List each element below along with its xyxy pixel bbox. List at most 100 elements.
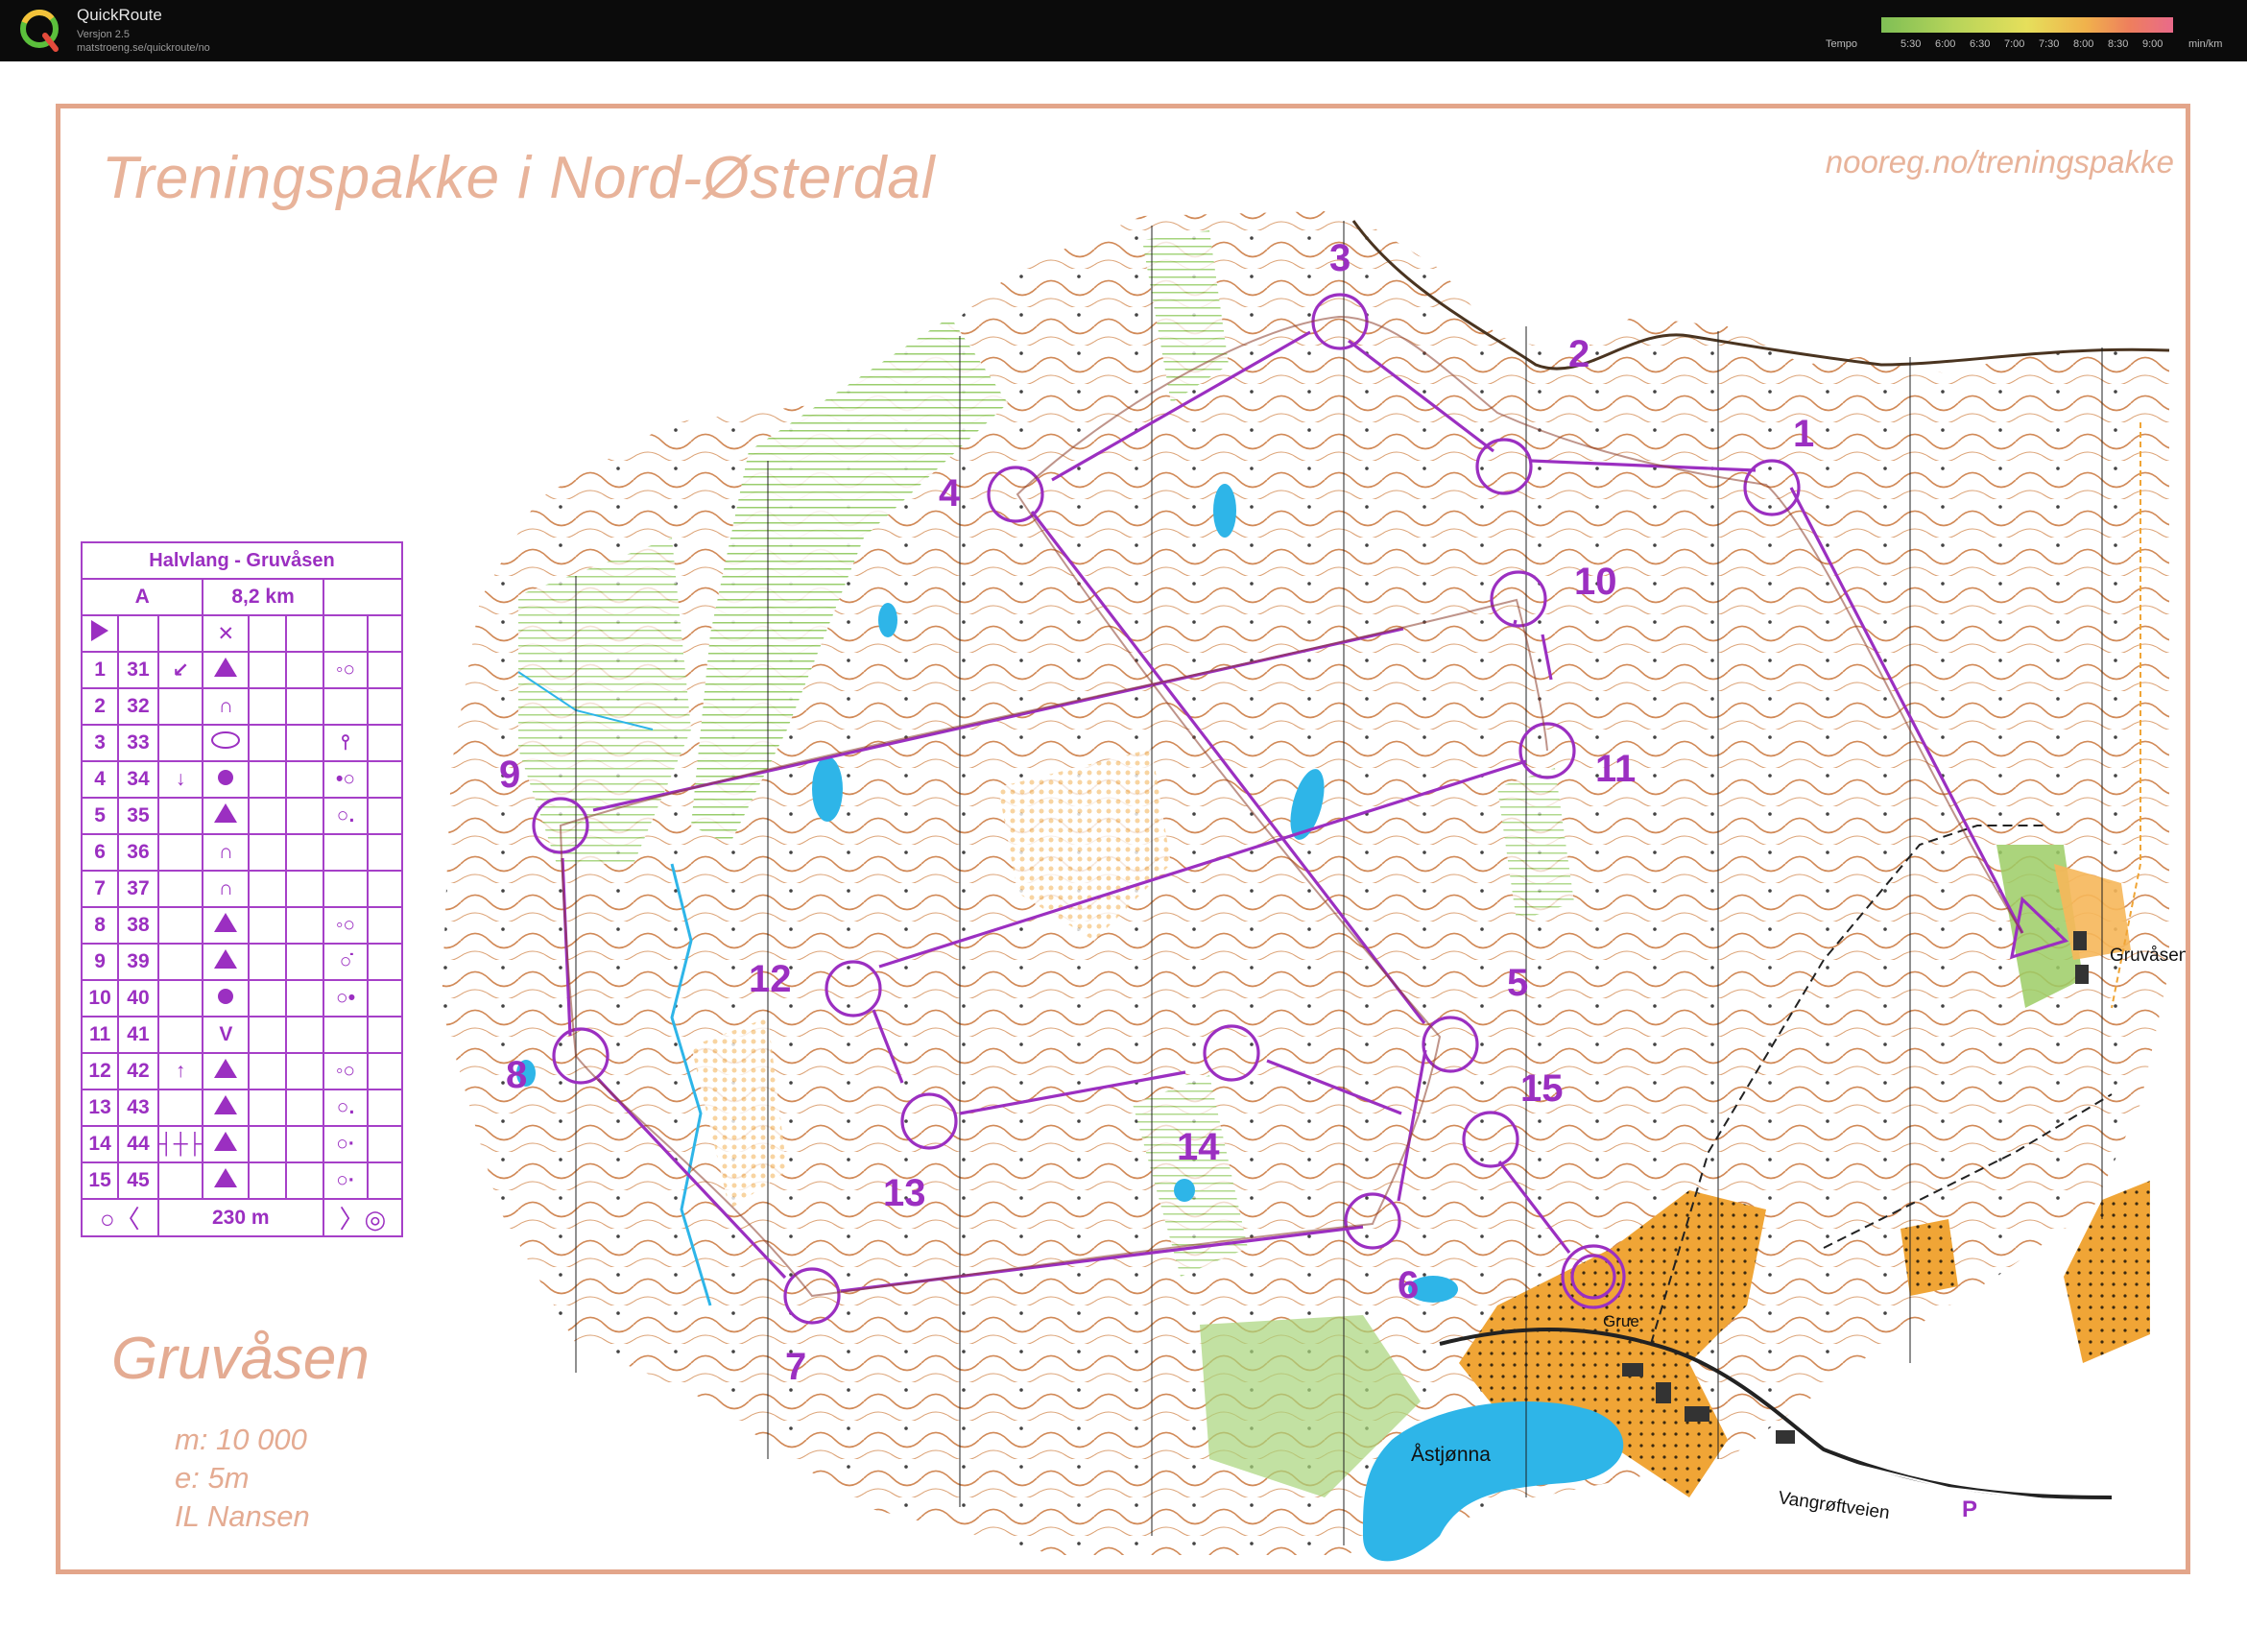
dot-icon <box>218 770 234 785</box>
control-seq: 14 <box>80 1125 120 1163</box>
control-code: 35 <box>117 797 159 835</box>
feature-icon <box>202 906 251 945</box>
feature-icon <box>202 1161 251 1200</box>
boulder-triangle-icon <box>214 1132 238 1151</box>
location-detail-icon: ○· <box>322 1125 370 1163</box>
description-row: 11 41 V <box>80 1016 403 1054</box>
finish-icon: 〉◎ <box>339 1205 387 1233</box>
feature-icon <box>202 943 251 981</box>
start-row: ✕ <box>80 614 403 653</box>
feature-icon <box>202 979 251 1018</box>
start-triangle-icon <box>91 620 109 641</box>
finish-from-control-icon: ○〈 <box>100 1205 140 1233</box>
control-code: 37 <box>117 870 159 908</box>
control-seq: 8 <box>80 906 120 945</box>
location-detail-icon <box>322 687 370 726</box>
course-name: Halvlang - Gruvåsen <box>81 541 403 580</box>
description-row: 6 36 ∩ <box>80 833 403 872</box>
dot-icon <box>218 989 234 1004</box>
control-seq: 6 <box>80 833 120 872</box>
feature-icon <box>202 724 251 762</box>
control-seq: 5 <box>80 797 120 835</box>
oval-icon <box>211 731 241 749</box>
map-equidistance: e: 5m <box>175 1461 250 1495</box>
direction-icon <box>156 870 204 908</box>
direction-icon <box>156 833 204 872</box>
location-detail-icon <box>322 870 370 908</box>
location-detail-icon: ⫯ <box>322 724 370 762</box>
location-detail-icon: ○. <box>322 797 370 835</box>
boulder-triangle-icon <box>214 949 238 969</box>
boulder-triangle-icon <box>214 803 238 823</box>
feature-icon <box>202 651 251 689</box>
feature-icon: ∩ <box>202 870 251 908</box>
feature-icon <box>202 1125 251 1163</box>
control-code: 33 <box>117 724 159 762</box>
location-detail-icon: ○. <box>322 1089 370 1127</box>
description-row: 14 44 ┤┼├ ○· <box>80 1125 403 1163</box>
control-code: 41 <box>117 1016 159 1054</box>
direction-icon: ↙ <box>156 651 204 689</box>
control-seq: 1 <box>80 651 120 689</box>
description-row: 4 34 ↓ •○ <box>80 760 403 799</box>
control-code: 43 <box>117 1089 159 1127</box>
control-seq: 15 <box>80 1161 120 1200</box>
location-detail-icon: ○· <box>322 1161 370 1200</box>
control-code: 34 <box>117 760 159 799</box>
feature-icon <box>202 760 251 799</box>
description-row: 2 32 ∩ <box>80 687 403 726</box>
description-row: 12 42 ↑ ◦○ <box>80 1052 403 1090</box>
control-code: 45 <box>117 1161 159 1200</box>
description-row: 3 33 ⫯ <box>80 724 403 762</box>
map-website[interactable]: nooreg.no/treningspakke <box>1826 144 2174 180</box>
direction-icon <box>156 906 204 945</box>
description-row: 10 40 ○• <box>80 979 403 1018</box>
boulder-triangle-icon <box>214 1168 238 1187</box>
control-seq: 12 <box>80 1052 120 1090</box>
symbol-icon: V <box>219 1023 233 1045</box>
description-row: 13 43 ○. <box>80 1089 403 1127</box>
course-length: 8,2 km <box>202 578 324 616</box>
location-detail-icon <box>322 1016 370 1054</box>
symbol-icon: ∩ <box>218 841 233 863</box>
description-row: 9 39 ○̇ <box>80 943 403 981</box>
direction-icon <box>156 1089 204 1127</box>
boulder-triangle-icon <box>214 658 238 677</box>
control-seq: 13 <box>80 1089 120 1127</box>
feature-icon: V <box>202 1016 251 1054</box>
location-detail-icon <box>322 833 370 872</box>
finish-row: ○〈 230 m 〉◎ <box>81 1198 404 1237</box>
location-detail-icon: •○ <box>322 760 370 799</box>
control-code: 39 <box>117 943 159 981</box>
location-detail-icon: ◦○ <box>322 1052 370 1090</box>
direction-icon: ┤┼├ <box>156 1125 204 1163</box>
location-detail-icon: ◦○ <box>322 906 370 945</box>
boulder-triangle-icon <box>214 1095 238 1114</box>
description-row: 8 38 ◦○ <box>80 906 403 945</box>
description-row: 1 31 ↙ ◦○ <box>80 651 403 689</box>
description-row: 15 45 ○· <box>80 1161 403 1200</box>
direction-icon: ↑ <box>156 1052 204 1090</box>
feature-icon: ∩ <box>202 833 251 872</box>
cross-icon: ✕ <box>217 622 235 645</box>
direction-icon <box>156 943 204 981</box>
control-code: 44 <box>117 1125 159 1163</box>
feature-icon: ∩ <box>202 687 251 726</box>
description-row: 7 37 ∩ <box>80 870 403 908</box>
feature-icon <box>202 797 251 835</box>
direction-icon <box>156 687 204 726</box>
feature-icon <box>202 1089 251 1127</box>
control-code: 31 <box>117 651 159 689</box>
control-seq: 2 <box>80 687 120 726</box>
boulder-triangle-icon <box>214 913 238 932</box>
control-seq: 9 <box>80 943 120 981</box>
location-detail-icon: ◦○ <box>322 651 370 689</box>
symbol-icon: ∩ <box>218 877 233 899</box>
direction-icon: ↓ <box>156 760 204 799</box>
feature-icon <box>202 1052 251 1090</box>
control-code: 40 <box>117 979 159 1018</box>
boulder-triangle-icon <box>214 1059 238 1078</box>
course-class: A <box>80 578 204 616</box>
map-scale: m: 10 000 <box>175 1423 307 1456</box>
control-code: 42 <box>117 1052 159 1090</box>
